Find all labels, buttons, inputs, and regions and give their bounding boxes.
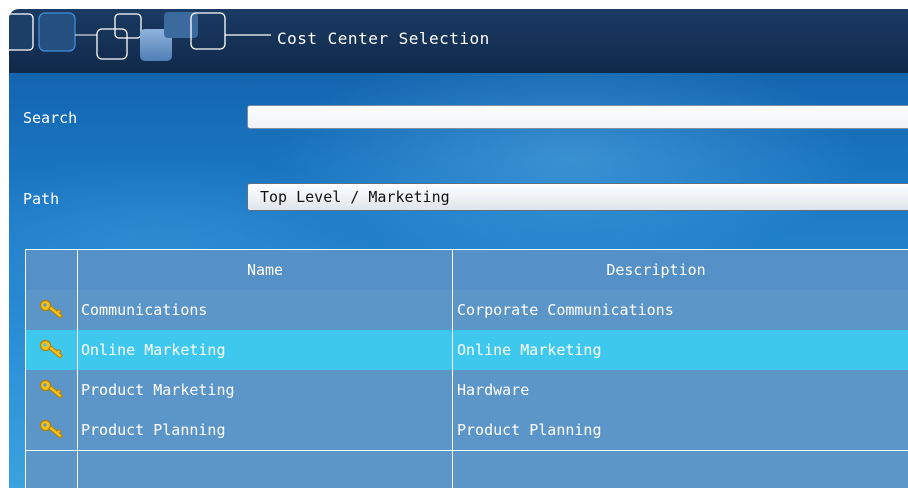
- row-name: Online Marketing: [78, 330, 453, 370]
- key-icon: [39, 299, 64, 319]
- window-title: Cost Center Selection: [277, 29, 490, 48]
- path-label: Path: [23, 190, 60, 208]
- row-icon-cell: [26, 290, 78, 330]
- row-description: Product Planning: [457, 421, 602, 439]
- table-row-selected[interactable]: Online Marketing Online Marketing: [26, 330, 908, 371]
- cost-center-selection-window: Cost Center Selection Search Path Top Le…: [9, 9, 908, 488]
- search-input[interactable]: [247, 105, 908, 129]
- table-empty-row: [26, 450, 908, 488]
- row-name: Communications: [78, 290, 453, 330]
- table-row[interactable]: Product Planning Product Planning: [26, 410, 908, 451]
- header-name[interactable]: Name: [78, 250, 453, 290]
- empty-icon-cell: [26, 450, 78, 488]
- row-name: Product Planning: [78, 410, 453, 450]
- empty-name-cell: [78, 450, 453, 488]
- row-description: Hardware: [457, 381, 530, 399]
- path-field[interactable]: Top Level / Marketing: [247, 183, 908, 211]
- key-icon: [39, 379, 64, 399]
- title-bar: Cost Center Selection: [9, 9, 908, 73]
- header-icon-column: [26, 250, 78, 290]
- header-description[interactable]: Description: [454, 250, 908, 290]
- row-icon-cell: [26, 330, 78, 370]
- table-header-row: Name Description: [26, 250, 908, 291]
- row-description: Corporate Communications: [457, 301, 674, 319]
- key-icon: [39, 339, 64, 359]
- table-row[interactable]: Communications Corporate Communications: [26, 290, 908, 331]
- title-decoration-squares-icon: [9, 12, 271, 61]
- table-row[interactable]: Product Marketing Hardware: [26, 370, 908, 411]
- row-description: Online Marketing: [457, 341, 602, 359]
- cost-center-table: Name Description Communications Corporat…: [25, 249, 908, 488]
- row-icon-cell: [26, 410, 78, 450]
- row-icon-cell: [26, 370, 78, 410]
- search-label: Search: [23, 109, 78, 127]
- empty-description-cell: [454, 450, 908, 488]
- key-icon: [39, 419, 64, 439]
- row-name: Product Marketing: [78, 370, 453, 410]
